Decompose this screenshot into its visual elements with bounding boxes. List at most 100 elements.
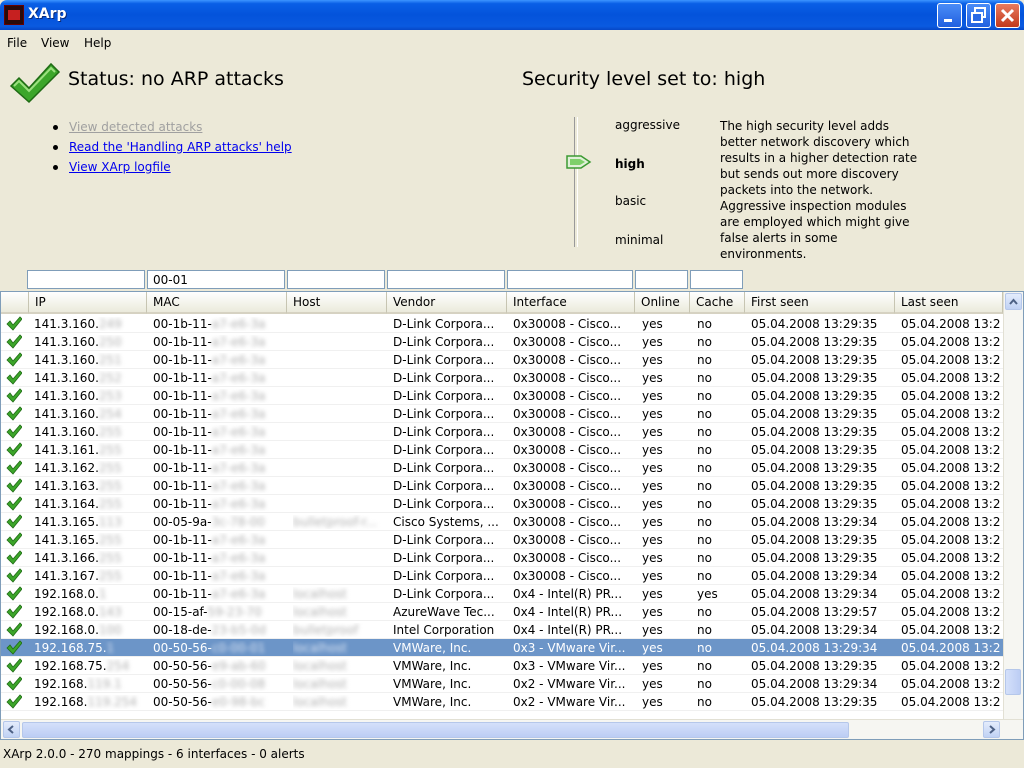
cell-text: 00-1b-11- (153, 551, 212, 565)
cell-iface: 0x4 - Intel(R) PR... (513, 623, 633, 637)
cell-last: 05.04.2008 13:2 (901, 515, 1003, 529)
cell-ip: 141.3.163.255 (34, 479, 144, 493)
cell-first: 05.04.2008 13:29:35 (751, 659, 893, 673)
maximize-button[interactable] (966, 3, 991, 28)
table-row[interactable]: 141.3.160.249 00-1b-11-a7-e6-3a D-Link Cor… (1, 315, 1003, 333)
table-row[interactable]: 192.168.0.143 00-15-af-59-23-70 localhost A… (1, 603, 1003, 621)
table-row[interactable]: 192.168.0.1 00-1b-11-a7-e6-3a localhost D-L… (1, 585, 1003, 603)
cell-text: 05.04.2008 13:29:35 (751, 443, 878, 457)
check-icon (6, 658, 22, 673)
cache-filter-input[interactable] (690, 270, 743, 289)
menu-help[interactable]: Help (84, 36, 111, 50)
col-header-vendor[interactable]: Vendor (387, 292, 507, 314)
redacted-text: bulletproof (293, 623, 359, 637)
cell-text: 05.04.2008 13:29:34 (751, 623, 878, 637)
table-row[interactable]: 141.3.163.255 00-1b-11-a7-e6-3a D-Link Cor… (1, 477, 1003, 495)
redacted-text: 255 (98, 479, 122, 493)
scroll-right-button[interactable] (983, 721, 1000, 738)
table-row[interactable]: 141.3.162.255 00-1b-11-a7-e6-3a D-Link Cor… (1, 459, 1003, 477)
ip-filter-input[interactable] (27, 270, 145, 289)
cell-text: 05.04.2008 13:2 (901, 695, 1001, 709)
cell-text: yes (642, 533, 663, 547)
security-slider-track[interactable] (574, 117, 578, 247)
col-header-last-seen[interactable]: Last seen (895, 292, 1003, 314)
table-row[interactable]: 192.168.75.254 00-50-56-e9-ab-60 localhost… (1, 657, 1003, 675)
security-slider-thumb[interactable] (566, 154, 592, 170)
col-header-cache[interactable]: Cache (690, 292, 745, 314)
cell-text: 00-1b-11- (153, 497, 212, 511)
vertical-scrollbar[interactable] (1003, 292, 1023, 719)
table-row[interactable]: 141.3.165.113 00-05-9a-3c-78-00 bulletproo… (1, 513, 1003, 531)
xarp-app-icon[interactable] (4, 5, 24, 25)
vertical-scroll-thumb[interactable] (1005, 669, 1021, 695)
menu-file[interactable]: File (7, 36, 27, 50)
handling-help-link[interactable]: Read the 'Handling ARP attacks' help (69, 140, 292, 154)
cell-online: yes (642, 623, 687, 637)
scroll-left-button[interactable] (3, 721, 20, 738)
col-header-ip[interactable]: IP (29, 292, 147, 314)
table-row[interactable]: 141.3.160.251 00-1b-11-a7-e6-3a D-Link Cor… (1, 351, 1003, 369)
cell-text: 0x30008 - Cisco... (513, 371, 622, 385)
menu-view[interactable]: View (41, 36, 69, 50)
redacted-text: 119.254 (87, 695, 138, 709)
check-icon (6, 568, 22, 583)
vendor-filter-input[interactable] (387, 270, 505, 289)
close-button[interactable] (995, 3, 1020, 28)
table-row[interactable]: 192.168.75.1 00-50-56-c0-00-01 localhost VM… (1, 639, 1003, 657)
table-row[interactable]: 141.3.160.252 00-1b-11-a7-e6-3a D-Link Cor… (1, 369, 1003, 387)
cell-text: 0x30008 - Cisco... (513, 551, 622, 565)
cell-online: yes (642, 551, 687, 565)
cell-text: 00-1b-11- (153, 407, 212, 421)
table-row[interactable]: 141.3.161.255 00-1b-11-a7-e6-3a D-Link Cor… (1, 441, 1003, 459)
cell-text: 0x4 - Intel(R) PR... (513, 623, 623, 637)
cell-text: no (697, 425, 712, 439)
check-icon (6, 640, 22, 655)
horizontal-scrollbar[interactable] (1, 719, 1023, 739)
cell-text: no (697, 461, 712, 475)
col-header-host[interactable]: Host (287, 292, 387, 314)
minimize-button[interactable] (937, 3, 962, 28)
title-bar[interactable]: XArp (0, 0, 1024, 30)
cell-mac: 00-1b-11-a7-e6-3a (153, 389, 283, 403)
table-row[interactable]: 141.3.160.255 00-1b-11-a7-e6-3a D-Link Cor… (1, 423, 1003, 441)
table-row[interactable]: 192.168.0.100 00-18-de-23-b5-0d bulletproo… (1, 621, 1003, 639)
cell-first: 05.04.2008 13:29:57 (751, 605, 893, 619)
col-header-first-seen[interactable]: First seen (745, 292, 895, 314)
cell-text: 05.04.2008 13:29:35 (751, 695, 878, 709)
horizontal-scroll-thumb[interactable] (22, 722, 849, 738)
col-header-interface[interactable]: Interface (507, 292, 635, 314)
cell-text: 0x30008 - Cisco... (513, 479, 622, 493)
mac-filter-input[interactable]: 00-01 (147, 270, 285, 289)
cell-text: 0x30008 - Cisco... (513, 515, 622, 529)
cell-text: no (697, 497, 712, 511)
scroll-up-button[interactable] (1005, 293, 1022, 310)
table-row[interactable]: 192.168.119.254 00-50-56-e0-98-bc localhos… (1, 693, 1003, 711)
host-filter-input[interactable] (287, 270, 385, 289)
table-row[interactable]: 141.3.165.255 00-1b-11-a7-e6-3a D-Link Cor… (1, 531, 1003, 549)
table-row[interactable]: 141.3.160.253 00-1b-11-a7-e6-3a D-Link Cor… (1, 387, 1003, 405)
col-header-status[interactable] (1, 292, 29, 314)
cell-last: 05.04.2008 13:2 (901, 317, 1003, 331)
table-row[interactable]: 141.3.166.255 00-1b-11-a7-e6-3a D-Link Cor… (1, 549, 1003, 567)
logfile-link[interactable]: View XArp logfile (69, 160, 171, 174)
cell-mac: 00-18-de-23-b5-0d (153, 623, 283, 637)
cell-text: yes (642, 551, 663, 565)
table-row[interactable]: 192.168.119.1 00-50-56-c0-00-08 localhost V… (1, 675, 1003, 693)
view-attacks-link[interactable]: View detected attacks (69, 120, 202, 134)
col-header-mac[interactable]: MAC (147, 292, 287, 314)
table-row[interactable]: 141.3.160.254 00-1b-11-a7-e6-3a D-Link Cor… (1, 405, 1003, 423)
redacted-text: a7-e6-3a (211, 335, 266, 349)
col-header-online[interactable]: Online (635, 292, 690, 314)
table-row[interactable]: 141.3.167.255 00-1b-11-a7-e6-3a D-Link Cor… (1, 567, 1003, 585)
cell-ip: 141.3.166.255 (34, 551, 144, 565)
cell-text: D-Link Corpora... (393, 371, 495, 385)
interface-filter-input[interactable] (507, 270, 633, 289)
online-filter-input[interactable] (635, 270, 688, 289)
table-row[interactable]: 141.3.164.255 00-1b-11-a7-e6-3a D-Link Cor… (1, 495, 1003, 513)
cell-text: no (697, 443, 712, 457)
cell-vendor: D-Link Corpora... (393, 461, 505, 475)
cell-host: localhost (293, 677, 385, 691)
cell-text: D-Link Corpora... (393, 587, 495, 601)
table-row[interactable]: 141.3.160.250 00-1b-11-a7-e6-3a D-Link Cor… (1, 333, 1003, 351)
cell-text: 00-50-56- (153, 677, 212, 691)
